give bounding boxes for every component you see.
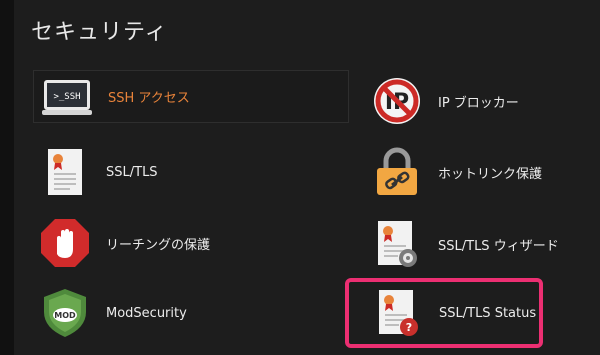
svg-text:>_SSH: >_SSH xyxy=(53,92,80,102)
hotlink-protection-link[interactable]: ホットリンク保護 xyxy=(372,146,582,198)
ssh-access-link[interactable]: >_SSH SSH アクセス xyxy=(33,70,349,123)
ssl-tls-link[interactable]: SSL/TLS xyxy=(40,146,240,198)
ip-blocker-label: IP ブロッカー xyxy=(438,95,519,111)
ssh-terminal-icon: >_SSH xyxy=(42,79,92,115)
svg-text:?: ? xyxy=(406,321,412,334)
ssl-tls-status-label: SSL/TLS Status xyxy=(439,305,537,321)
ssl-tls-label: SSL/TLS xyxy=(106,164,158,180)
svg-text:MOD: MOD xyxy=(54,311,76,320)
certificate-status-icon: ? xyxy=(379,290,418,336)
ssl-tls-wizard-label: SSL/TLS ウィザード xyxy=(438,238,559,254)
ip-blocker-link[interactable]: IP IP ブロッカー xyxy=(372,75,572,127)
ip-blocker-icon: IP xyxy=(374,78,420,124)
hotlink-protection-label: ホットリンク保護 xyxy=(438,166,543,182)
leech-protection-link[interactable]: リーチングの保護 xyxy=(40,216,270,270)
modsecurity-link[interactable]: MOD ModSecurity xyxy=(40,286,270,340)
mod-shield-icon: MOD xyxy=(44,289,86,337)
leech-protection-label: リーチングの保護 xyxy=(106,237,211,253)
section-title: セキュリティ xyxy=(31,20,168,45)
padlock-link-icon xyxy=(377,147,417,195)
ssl-tls-wizard-link[interactable]: SSL/TLS ウィザード xyxy=(372,218,582,270)
modsecurity-label: ModSecurity xyxy=(106,305,187,321)
ssh-access-label: SSH アクセス xyxy=(108,91,190,106)
stop-hand-icon xyxy=(41,219,89,267)
certificate-icon xyxy=(48,149,82,195)
certificate-wizard-icon xyxy=(378,221,417,267)
ssl-tls-status-link[interactable]: ? SSL/TLS Status xyxy=(345,278,543,348)
